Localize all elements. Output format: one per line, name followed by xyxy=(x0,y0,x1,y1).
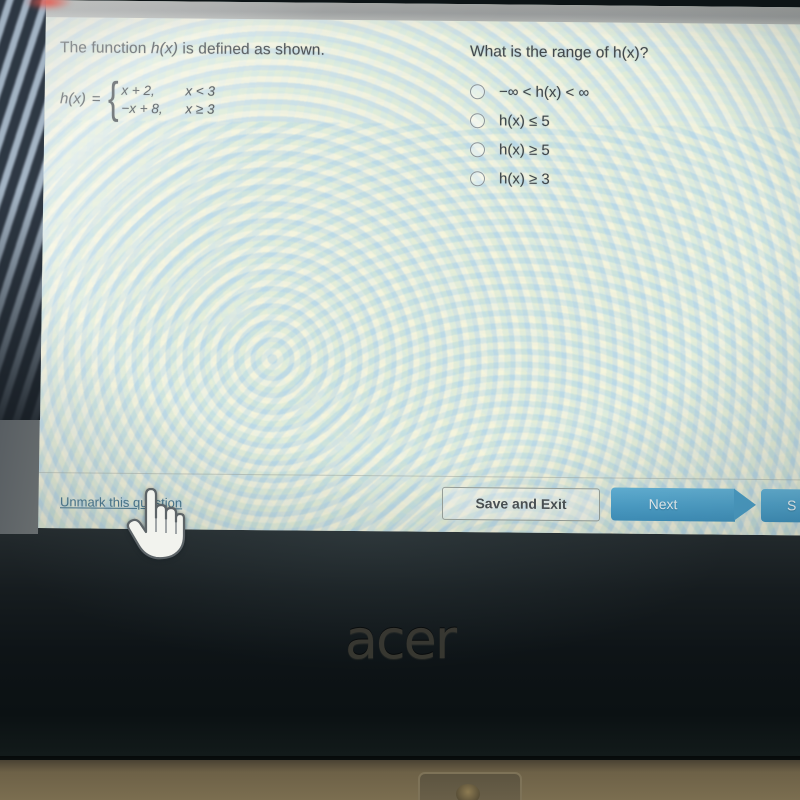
radio-button-icon[interactable] xyxy=(470,142,485,158)
acer-brand-logo: acer xyxy=(344,608,457,671)
quiz-content: The function h(x) is defined as shown. h… xyxy=(38,17,800,479)
submit-button-partial[interactable]: S xyxy=(761,488,800,523)
desk-surface xyxy=(0,760,800,800)
prompt-prefix: The function xyxy=(60,39,151,58)
red-object-blur xyxy=(24,0,72,10)
left-column: The function h(x) is defined as shown. h… xyxy=(60,39,400,123)
arrow-right-icon xyxy=(734,488,756,521)
quiz-footer: Unmark this question Save and Exit Next … xyxy=(38,472,800,536)
unmark-question-link[interactable]: Unmark this question xyxy=(60,494,182,510)
answer-option-2[interactable]: h(x) ≤ 5 xyxy=(470,112,780,132)
desk-object xyxy=(418,772,522,800)
prompt-text: The function h(x) is defined as shown. xyxy=(60,39,400,60)
save-and-exit-button[interactable]: Save and Exit xyxy=(442,486,600,522)
right-column: What is the range of h(x)? −∞ < h(x) < ∞… xyxy=(470,43,780,190)
piece-condition: x ≥ 3 xyxy=(185,100,215,117)
prompt-variable: h(x) xyxy=(150,40,179,58)
piece-expression: x + 2, xyxy=(121,82,155,98)
window-blind-reflection xyxy=(0,0,46,420)
piecewise-rows: x + 2, x < 3 −x + 8, x ≥ 3 xyxy=(121,82,215,116)
curly-brace-icon: { xyxy=(107,73,119,123)
radio-button-icon[interactable] xyxy=(470,84,485,100)
photo-of-laptop-screen: acer The function h(x) is defined as sho… xyxy=(0,0,800,800)
answer-options: −∞ < h(x) < ∞ h(x) ≤ 5 h(x) ≥ 5 h(x) ≥ 3 xyxy=(470,83,780,190)
radio-button-icon[interactable] xyxy=(470,113,485,129)
function-lhs: h(x) xyxy=(60,89,86,107)
answer-option-3[interactable]: h(x) ≥ 5 xyxy=(470,141,780,161)
answer-option-label: h(x) ≥ 5 xyxy=(499,141,550,159)
function-equals: = xyxy=(91,90,101,108)
radio-button-icon[interactable] xyxy=(470,171,485,187)
piece-expression: −x + 8, xyxy=(121,100,163,116)
laptop-screen: The function h(x) is defined as shown. h… xyxy=(38,0,800,536)
answer-option-1[interactable]: −∞ < h(x) < ∞ xyxy=(470,83,780,103)
piecewise-row: x + 2, x < 3 xyxy=(121,82,215,98)
prompt-suffix: is defined as shown. xyxy=(178,40,325,59)
answer-option-label: h(x) ≥ 3 xyxy=(499,170,550,188)
answer-option-label: h(x) ≤ 5 xyxy=(499,112,550,130)
question-text: What is the range of h(x)? xyxy=(470,43,649,62)
answer-option-4[interactable]: h(x) ≥ 3 xyxy=(470,170,780,190)
piecewise-row: −x + 8, x ≥ 3 xyxy=(121,100,215,116)
next-button-label: Next xyxy=(648,495,678,513)
next-button[interactable]: Next xyxy=(611,487,756,522)
piece-condition: x < 3 xyxy=(185,82,215,99)
piecewise-function: h(x) = { x + 2, x < 3 −x + 8, x ≥ 3 xyxy=(60,73,400,123)
quiz-page: The function h(x) is defined as shown. h… xyxy=(38,17,800,536)
submit-button-label: S xyxy=(787,497,797,514)
answer-option-label: −∞ < h(x) < ∞ xyxy=(499,83,590,102)
